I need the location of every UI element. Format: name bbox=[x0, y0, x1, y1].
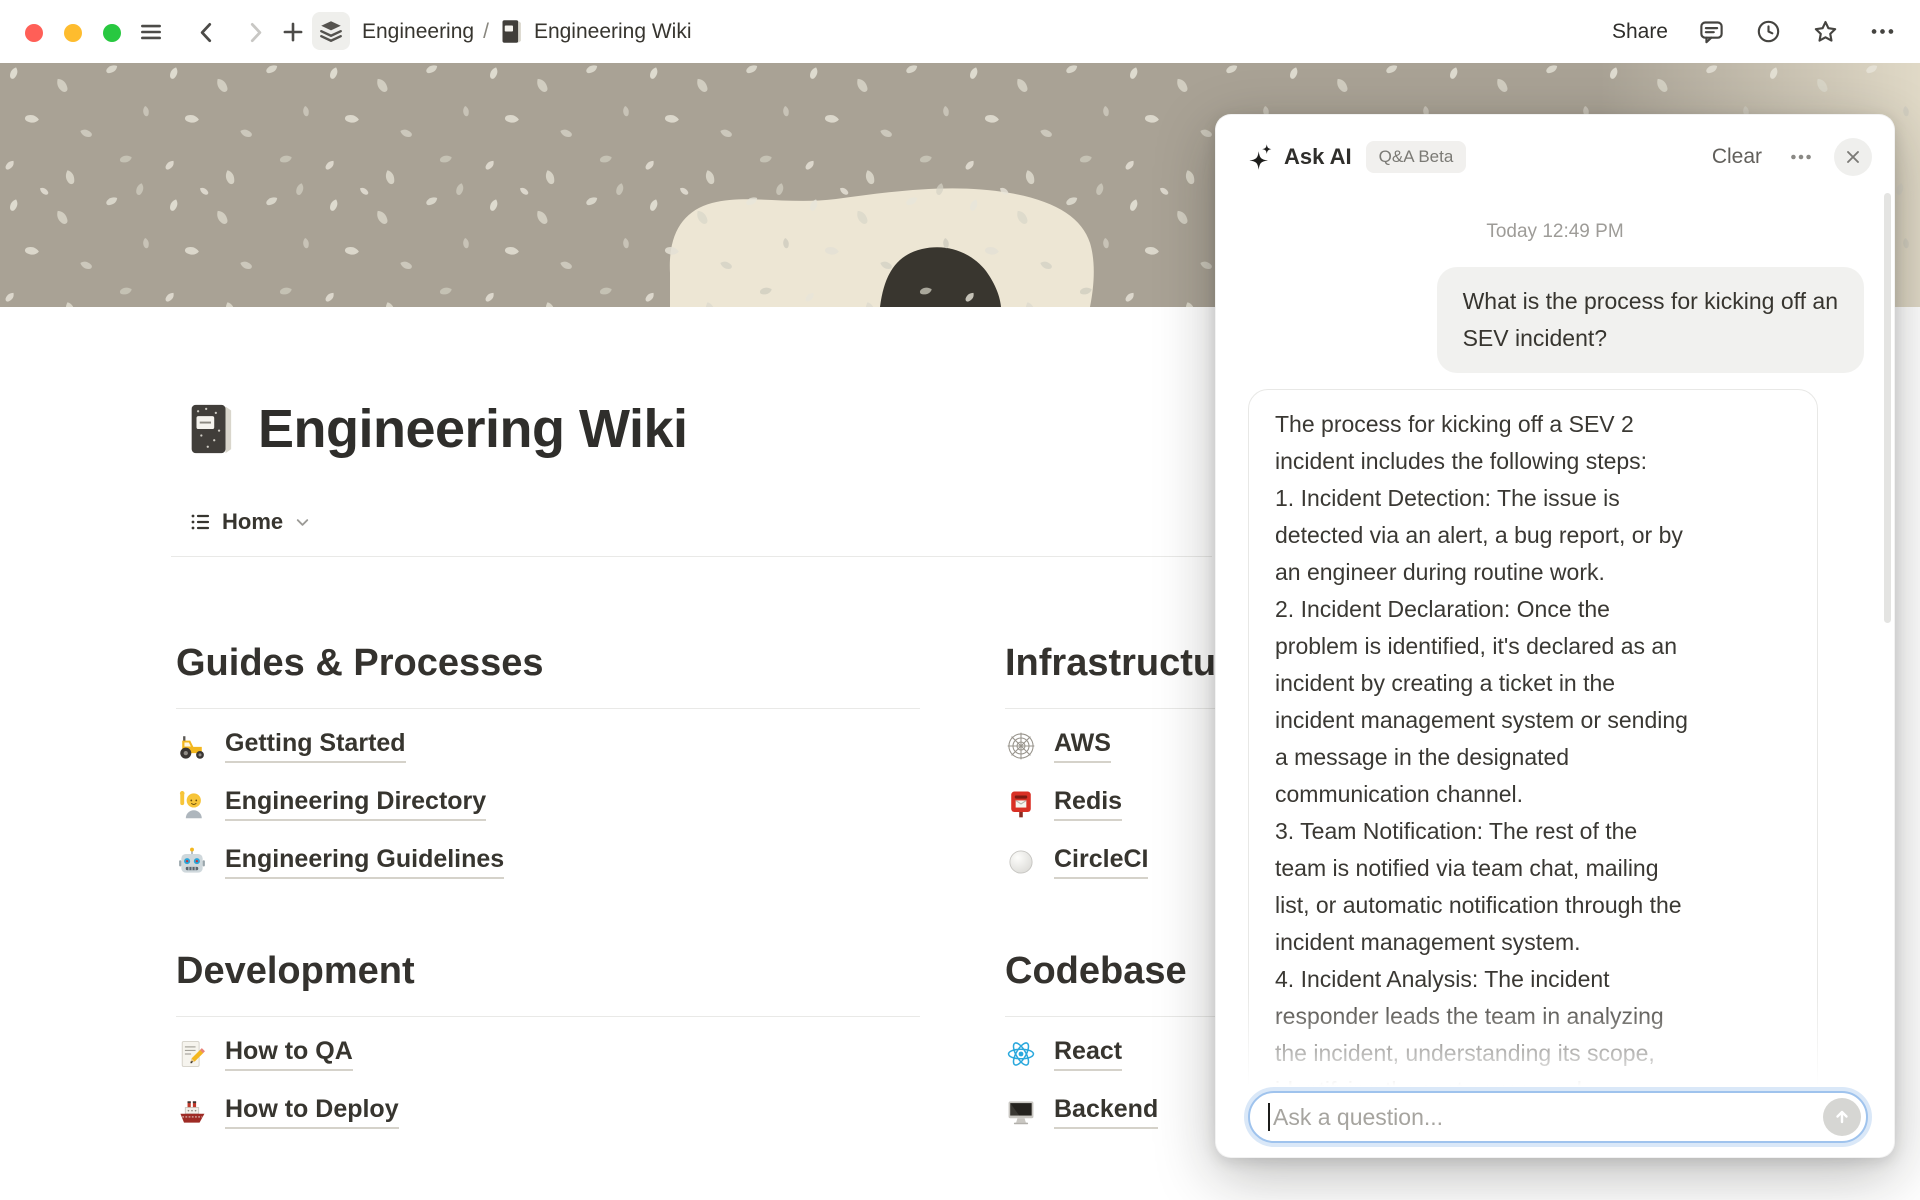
more-menu-icon[interactable] bbox=[1869, 18, 1896, 45]
updates-clock-icon[interactable] bbox=[1755, 18, 1782, 45]
breadcrumb-workspace[interactable]: Engineering bbox=[362, 20, 474, 44]
view-tab-label: Home bbox=[222, 509, 283, 535]
section-guides-processes: Guides & Processes Getting Started Engin… bbox=[176, 640, 920, 895]
traffic-light-zoom-button[interactable] bbox=[103, 24, 121, 42]
traffic-light-close-button[interactable] bbox=[25, 24, 43, 42]
more-options-icon[interactable] bbox=[1788, 144, 1814, 170]
page-link-label: Getting Started bbox=[225, 729, 406, 763]
notion-window: Engineering Wiki Home Guides & Processes… bbox=[0, 0, 1920, 1200]
raising-hand-icon bbox=[176, 788, 208, 820]
ship-icon bbox=[176, 1096, 208, 1128]
section-divider bbox=[176, 1016, 920, 1017]
section-divider bbox=[176, 708, 920, 709]
page-link-label: How to Deploy bbox=[225, 1095, 399, 1129]
view-tab-home[interactable]: Home bbox=[188, 502, 312, 542]
page-link-engineering-directory[interactable]: Engineering Directory bbox=[176, 779, 920, 829]
monitor-icon bbox=[1005, 1096, 1037, 1128]
text-caret bbox=[1268, 1103, 1270, 1131]
tabbar-divider bbox=[171, 556, 1212, 557]
share-button[interactable]: Share bbox=[1612, 20, 1668, 44]
sparkle-ai-icon bbox=[1246, 142, 1276, 172]
back-icon[interactable] bbox=[194, 19, 220, 45]
section-development: Development How to QA How to Deploy bbox=[176, 948, 920, 1145]
white-circle-icon bbox=[1005, 846, 1037, 878]
panel-scrollbar[interactable] bbox=[1884, 193, 1891, 623]
page-link-label: Backend bbox=[1054, 1095, 1158, 1129]
user-question-bubble: What is the process for kicking off an S… bbox=[1437, 267, 1864, 373]
page-link-label: CircleCI bbox=[1054, 845, 1148, 879]
robot-icon bbox=[176, 846, 208, 878]
clear-button[interactable]: Clear bbox=[1712, 145, 1762, 169]
page-link-how-to-qa[interactable]: How to QA bbox=[176, 1029, 920, 1079]
workspace-layers-icon[interactable] bbox=[312, 12, 350, 50]
page-title: Engineering Wiki bbox=[258, 398, 688, 460]
send-button[interactable] bbox=[1823, 1098, 1861, 1136]
chevron-down-icon bbox=[293, 513, 312, 532]
tractor-icon bbox=[176, 730, 208, 762]
ai-answer-bubble: The process for kicking off a SEV 2 inci… bbox=[1248, 389, 1818, 1109]
ask-ai-panel: Ask AI Q&A Beta Clear Today 12:49 PM Wha… bbox=[1215, 114, 1895, 1158]
close-button[interactable] bbox=[1834, 138, 1872, 176]
notebook-icon bbox=[498, 18, 525, 45]
postbox-icon bbox=[1005, 788, 1037, 820]
section-heading: Development bbox=[176, 948, 920, 994]
ask-question-inputwrap bbox=[1248, 1091, 1868, 1143]
sidebar-menu-icon[interactable] bbox=[138, 19, 164, 45]
memo-icon bbox=[176, 1038, 208, 1070]
traffic-light-minimize-button[interactable] bbox=[64, 24, 82, 42]
forward-icon[interactable] bbox=[242, 19, 268, 45]
section-heading: Guides & Processes bbox=[176, 640, 920, 686]
page-link-label: Engineering Guidelines bbox=[225, 845, 504, 879]
bulleted-list-icon bbox=[188, 510, 212, 534]
comments-icon[interactable] bbox=[1698, 18, 1725, 45]
page-link-label: AWS bbox=[1054, 729, 1111, 763]
ask-ai-title: Ask AI bbox=[1284, 144, 1352, 170]
react-icon bbox=[1005, 1038, 1037, 1070]
spiderweb-icon bbox=[1005, 730, 1037, 762]
page-link-getting-started[interactable]: Getting Started bbox=[176, 721, 920, 771]
favorite-star-icon[interactable] bbox=[1812, 18, 1839, 45]
page-icon-notebook[interactable] bbox=[182, 400, 240, 458]
breadcrumb-separator: / bbox=[483, 20, 489, 44]
page-link-how-to-deploy[interactable]: How to Deploy bbox=[176, 1087, 920, 1137]
page-link-label: Engineering Directory bbox=[225, 787, 486, 821]
window-toolbar: Engineering / Engineering Wiki Share bbox=[0, 0, 1920, 63]
breadcrumb: Engineering / Engineering Wiki bbox=[362, 0, 692, 63]
ask-ai-header: Ask AI Q&A Beta Clear bbox=[1216, 115, 1894, 185]
breadcrumb-page[interactable]: Engineering Wiki bbox=[534, 20, 692, 44]
new-page-icon[interactable] bbox=[280, 19, 306, 45]
page-link-label: How to QA bbox=[225, 1037, 353, 1071]
page-link-label: React bbox=[1054, 1037, 1122, 1071]
page-link-engineering-guidelines[interactable]: Engineering Guidelines bbox=[176, 837, 920, 887]
qa-beta-badge: Q&A Beta bbox=[1366, 141, 1467, 173]
page-link-label: Redis bbox=[1054, 787, 1122, 821]
ask-question-input[interactable] bbox=[1273, 1104, 1823, 1131]
conversation-timestamp: Today 12:49 PM bbox=[1216, 221, 1894, 243]
